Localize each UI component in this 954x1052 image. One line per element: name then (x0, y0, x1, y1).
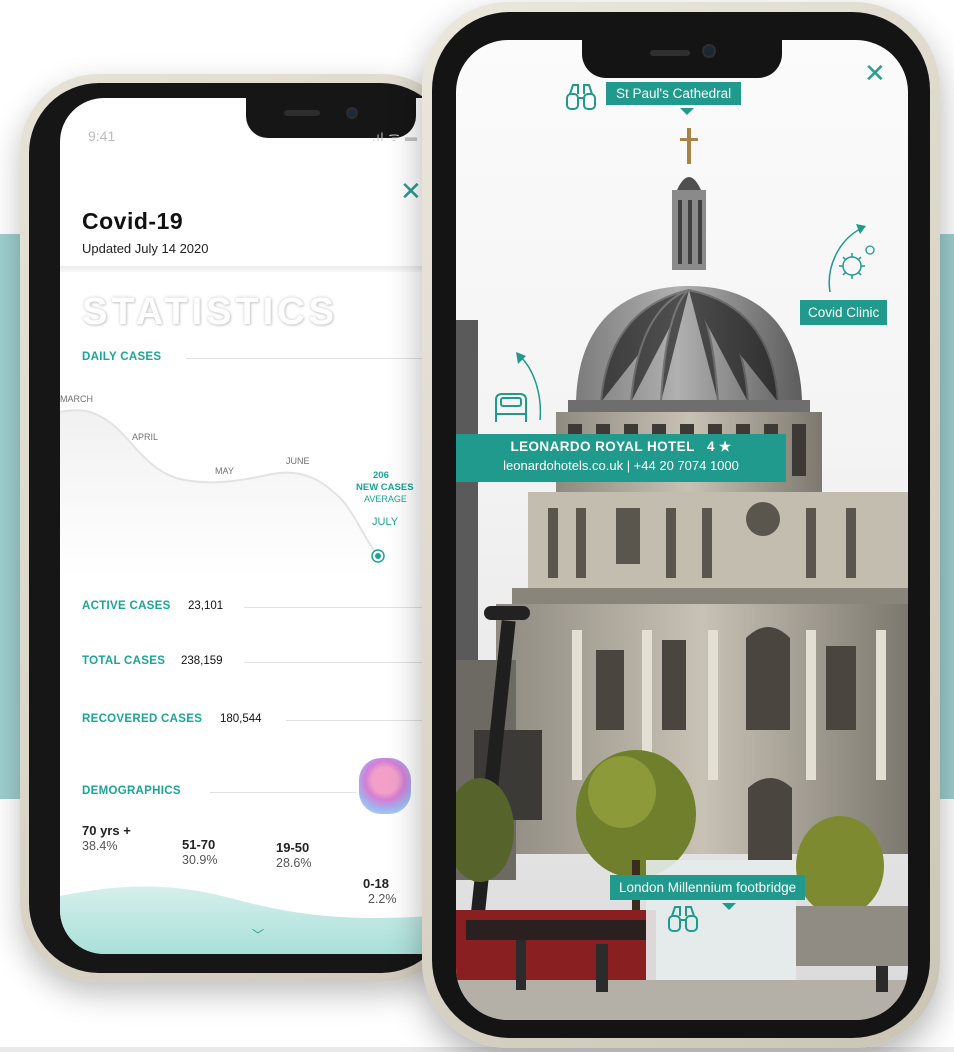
active-cases-label: ACTIVE CASES (82, 600, 171, 612)
binoculars-icon[interactable] (564, 82, 598, 112)
poi-label-cathedral[interactable]: St Paul's Cathedral (606, 82, 742, 105)
section-rule (286, 720, 430, 721)
section-rule (244, 662, 430, 663)
binoculars-icon[interactable] (666, 904, 700, 934)
section-rule (186, 358, 430, 359)
recovered-cases-label: RECOVERED CASES (82, 713, 203, 725)
bed-icon[interactable] (490, 352, 566, 428)
demographic-age: 19-50 (276, 840, 310, 855)
poi-label-footbridge[interactable]: London Millennium footbridge (610, 875, 806, 900)
st-pauls-camera-view (456, 40, 908, 1020)
demographics-avatar-icon (359, 758, 411, 814)
month-label-july: JULY (372, 516, 399, 528)
chevron-down-icon[interactable]: ﹀ (252, 926, 264, 943)
average-label: AVERAGE (364, 494, 407, 504)
covid-stats-screen: 9:41 .ıl ᯤ ▬ ✕ Covid-19 Updated July 14 … (60, 98, 430, 954)
demographics-wave (60, 886, 430, 954)
hotel-name-line: LEONARDO ROYAL HOTEL 4 ★ (456, 439, 786, 455)
active-cases-value: 23,101 (188, 600, 224, 612)
recovered-cases-value: 180,544 (220, 713, 262, 725)
page-subtitle: Updated July 14 2020 (82, 241, 209, 256)
total-cases-label: TOTAL CASES (82, 655, 166, 667)
virus-icon[interactable] (818, 220, 888, 300)
status-time: 9:41 (88, 128, 116, 144)
demographic-age: 70 yrs + (82, 823, 131, 838)
demographic-pct: 38.4% (82, 839, 118, 853)
close-icon[interactable]: ✕ (864, 58, 886, 89)
new-cases-average-value: 206 (373, 470, 389, 481)
phone-notch (582, 40, 782, 78)
demographic-pct: 30.9% (182, 853, 218, 867)
new-cases-label: NEW CASES (356, 482, 414, 493)
poi-pointer (722, 903, 736, 910)
demographics-label: DEMOGRAPHICS (82, 785, 181, 797)
signal-wifi-battery-icon: .ıl ᯤ ▬ (372, 130, 418, 144)
daily-cases-label: DAILY CASES (82, 351, 162, 363)
ar-camera-screen: ✕ St Paul's Cathedral Covid Clinic LEONA… (456, 40, 908, 1020)
page-title: Covid-19 (82, 208, 184, 234)
close-icon[interactable]: ✕ (400, 176, 422, 207)
hotel-info-card[interactable]: LEONARDO ROYAL HOTEL 4 ★ leonardohotels.… (456, 434, 786, 482)
poi-pointer (680, 108, 694, 115)
total-cases-value: 238,159 (181, 655, 223, 667)
demographic-age: 51-70 (182, 837, 216, 852)
statistics-watermark: STATISTICS (82, 291, 339, 333)
header-divider (60, 266, 430, 272)
hotel-name: LEONARDO ROYAL HOTEL (510, 439, 695, 454)
hotel-contact: leonardohotels.co.uk | +44 20 7074 1000 (503, 458, 739, 473)
hotel-rating: 4 ★ (706, 439, 732, 454)
poi-label-covid-clinic[interactable]: Covid Clinic (800, 300, 888, 325)
section-rule (244, 607, 430, 608)
section-rule (210, 792, 356, 793)
